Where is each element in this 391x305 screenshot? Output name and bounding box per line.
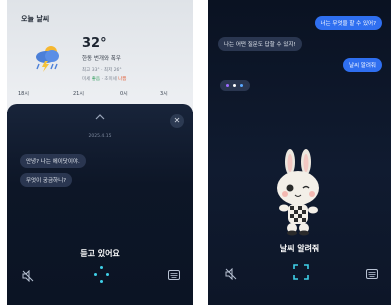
indicator-dot: [94, 273, 97, 276]
speaker-mute-icon[interactable]: [22, 270, 34, 282]
weather-title: 오늘 날씨: [21, 15, 50, 23]
keyboard-icon[interactable]: [366, 269, 378, 279]
weather-description: 한동 번개와 폭우: [82, 56, 121, 62]
air-mid: · 초미세: [101, 77, 117, 82]
assistant-message: 나는 어떤 질문도 답할 수 있지!: [218, 37, 302, 51]
air-bad: 나쁨: [118, 77, 127, 82]
hour-label: 3시: [160, 91, 168, 97]
keyboard-icon[interactable]: [168, 270, 180, 280]
indicator-dot: [100, 266, 103, 269]
hour-label: 21시: [73, 91, 84, 97]
listening-indicator[interactable]: [91, 264, 111, 284]
typing-dot: [226, 84, 229, 87]
indicator-dot: [106, 273, 109, 276]
temperature: 32°: [82, 36, 107, 51]
screen-listening: 오늘 날씨 32° 한동 번개와 폭우 최고 33° · 최저 26° 미세 좋…: [7, 0, 193, 305]
assistant-message: 안녕? 나는 에이닷이야.: [20, 154, 86, 168]
screen-conversation: 너는 무엇을 할 수 있어? 나는 어떤 질문도 답할 수 있지! 날씨 알려줘: [208, 0, 391, 305]
close-button[interactable]: ✕: [170, 114, 184, 128]
assistant-message: 무엇이 궁금하니?: [20, 173, 73, 187]
weather-card[interactable]: 오늘 날씨 32° 한동 번개와 폭우 최고 33° · 최저 26° 미세 좋…: [7, 0, 193, 112]
hi-lo-temperature: 최고 33° · 최저 26°: [82, 68, 122, 73]
user-message: 너는 무엇을 할 수 있어?: [314, 16, 382, 30]
typing-indicator: [220, 80, 250, 91]
hour-label: 18시: [18, 91, 29, 97]
hour-label: 0시: [120, 91, 128, 97]
chevron-up-icon[interactable]: [95, 114, 105, 120]
conversation-date: 2025.4.15: [88, 134, 112, 139]
assistant-sheet: ✕ 2025.4.15 안녕? 나는 에이닷이야. 무엇이 궁금하니? 듣고 있…: [7, 104, 193, 305]
thunderstorm-icon: [36, 46, 59, 72]
scan-focus-icon[interactable]: [293, 264, 309, 280]
listening-status: 듣고 있어요: [80, 249, 120, 258]
indicator-dot: [100, 280, 103, 283]
air-quality: 미세 좋음 · 초미세 나쁨: [82, 76, 126, 82]
user-message: 날씨 알려줘: [342, 58, 382, 72]
typing-dot: [233, 84, 236, 87]
air-good: 좋음: [91, 77, 100, 82]
rabbit-mascot-image: [277, 149, 319, 236]
close-icon: ✕: [173, 116, 181, 125]
typing-dot: [240, 84, 243, 87]
request-status: 날씨 알려줘: [279, 244, 320, 253]
speaker-mute-icon[interactable]: [225, 268, 237, 280]
air-label: 미세: [82, 77, 91, 82]
